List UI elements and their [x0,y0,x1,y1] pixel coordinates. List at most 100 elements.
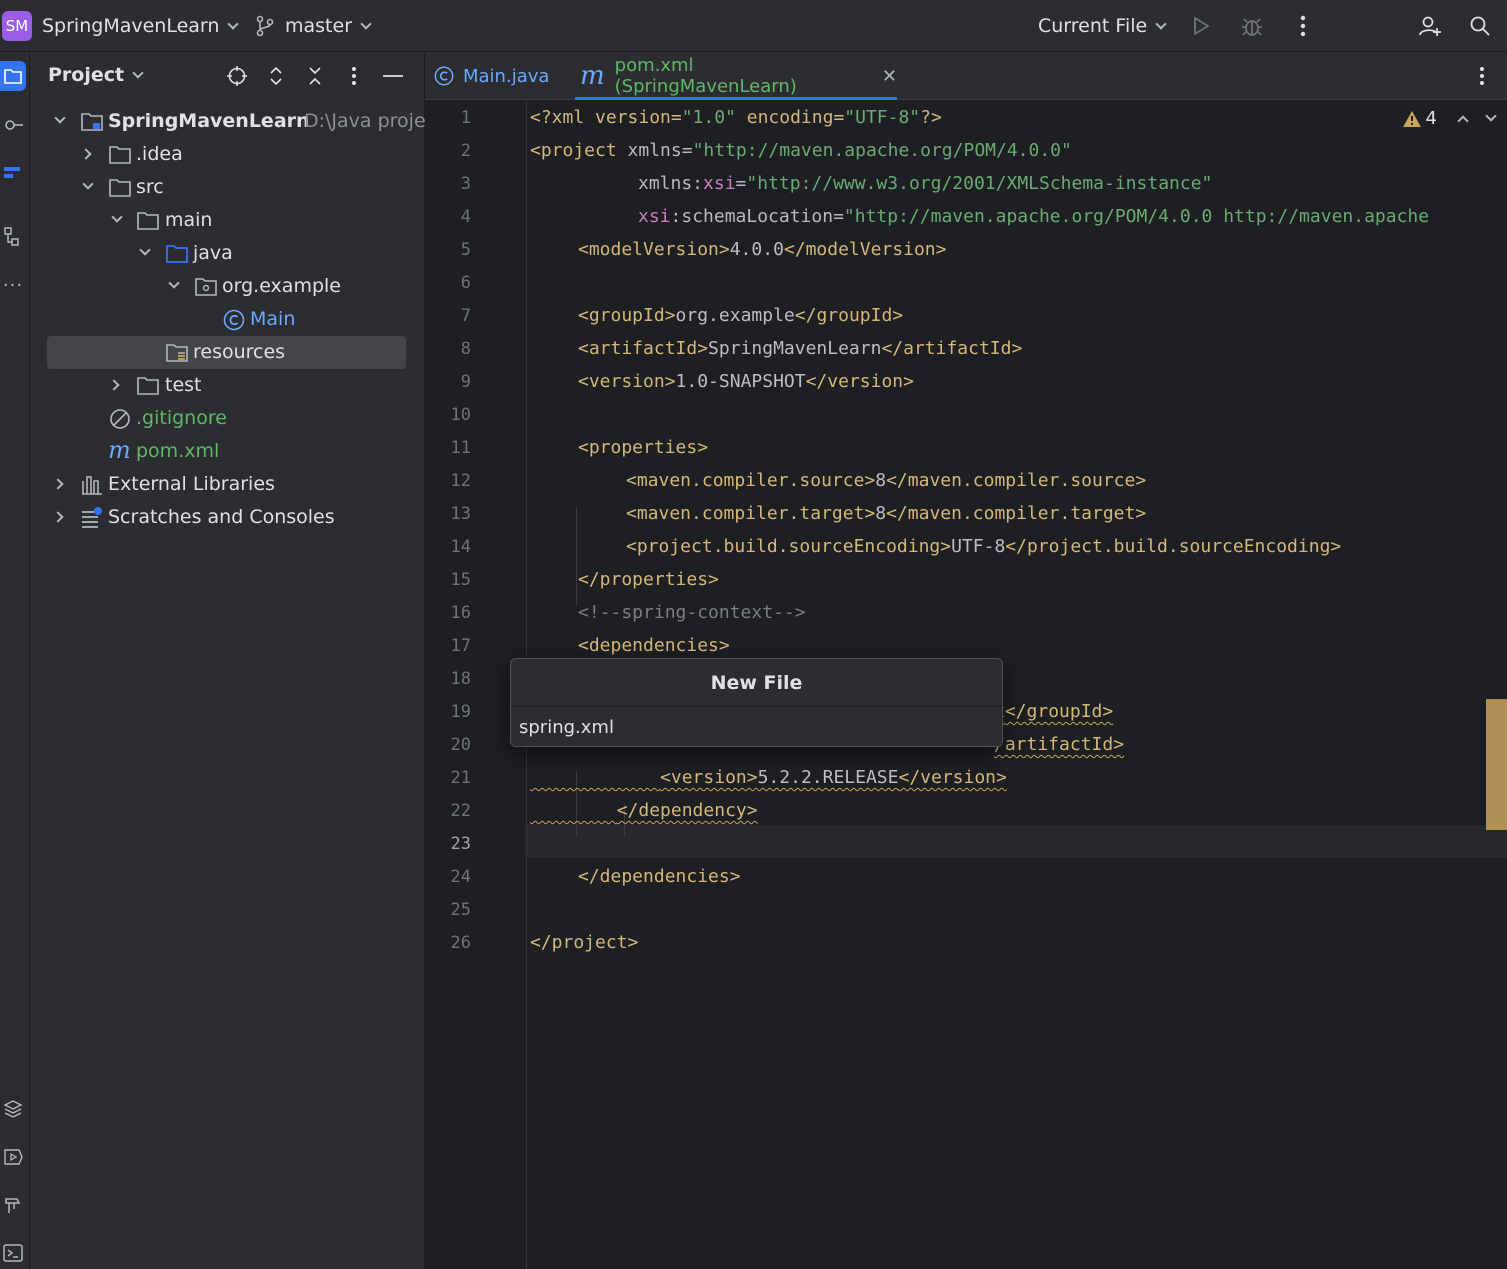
expand-all-icon [270,66,282,86]
line-number[interactable]: 13 [431,504,471,524]
line-number[interactable]: 1 [431,108,471,128]
error-stripe-marker[interactable] [1486,699,1507,830]
collapse-all-button[interactable] [301,62,329,90]
hide-panel-button[interactable] [379,62,407,90]
chevron-down-icon[interactable] [139,244,151,256]
code-line: </project> [530,932,639,953]
select-opened-file-button[interactable] [223,62,251,90]
line-number[interactable]: 2 [431,141,471,161]
tree-item-label: .gitignore [136,407,227,429]
close-icon[interactable]: ✕ [882,66,897,87]
chevron-right-icon[interactable] [108,379,120,391]
folder-icon [109,146,131,164]
expand-all-button[interactable] [262,62,290,90]
line-number[interactable]: 26 [431,933,471,953]
tree-item-scratches[interactable]: Scratches and Consoles [30,501,425,534]
chevron-down-icon[interactable] [1485,109,1497,122]
structure-tool-button[interactable] [0,158,26,188]
line-number[interactable]: 19 [431,702,471,722]
tab-pom-xml[interactable]: m pom.xml (SpringMavenLearn) ✕ [575,52,897,100]
more-tools-button[interactable]: ··· [0,270,26,300]
project-badge[interactable]: SM [2,11,32,41]
line-number[interactable]: 7 [431,306,471,326]
tree-item-resources[interactable]: resources [30,336,425,369]
line-number[interactable]: 11 [431,438,471,458]
current-line-highlight [425,825,1507,858]
layers-tool-button[interactable] [0,1094,26,1124]
project-panel-header: Project [30,52,425,100]
chevron-down-icon[interactable] [82,178,94,190]
project-selector[interactable]: SpringMavenLearn [42,0,240,52]
line-number[interactable]: 20 [431,735,471,755]
tree-item-external-libraries[interactable]: External Libraries [30,468,425,501]
line-number[interactable]: 14 [431,537,471,557]
line-number[interactable]: 21 [431,768,471,788]
tree-item-main-class[interactable]: Main [30,303,425,336]
more-vertical-icon [1300,15,1306,37]
folder-icon [137,212,159,230]
inspection-widget[interactable]: 4 [1402,108,1497,129]
line-number[interactable]: 6 [431,273,471,293]
line-number[interactable]: 15 [431,570,471,590]
tree-item-project-root[interactable]: SpringMavenLearn D:\Java proje [30,105,426,138]
tree-item-gitignore[interactable]: .gitignore [30,402,425,435]
line-number[interactable]: 23 [431,834,471,854]
chevron-right-icon[interactable] [80,148,92,160]
chevron-right-icon[interactable] [52,511,64,523]
run-button[interactable] [1185,10,1217,42]
folder-icon [109,179,131,197]
run-config-selector[interactable]: Current File [1038,0,1167,52]
chevron-down-icon [227,17,240,30]
run-config-label: Current File [1038,15,1148,37]
tree-item-test[interactable]: test [30,369,425,402]
tree-item-main[interactable]: main [30,204,425,237]
project-view-selector[interactable]: Project [48,64,144,86]
line-number[interactable]: 9 [431,372,471,392]
panel-options-button[interactable] [340,62,368,90]
line-number[interactable]: 22 [431,801,471,821]
debug-button[interactable] [1236,10,1268,42]
library-icon [82,476,102,495]
line-number[interactable]: 3 [431,174,471,194]
tree-item-src[interactable]: src [30,171,425,204]
code-line: xsi:schemaLocation="http://maven.apache.… [638,206,1430,227]
line-number[interactable]: 8 [431,339,471,359]
branch-selector[interactable]: master [255,0,372,52]
line-number[interactable]: 10 [431,405,471,425]
commit-tool-button[interactable] [0,110,26,140]
code-with-me-button[interactable] [1414,10,1446,42]
line-number[interactable]: 25 [431,900,471,920]
hierarchy-tool-button[interactable] [0,222,26,252]
tool-window-strip: ··· [0,52,30,1269]
run-tool-button[interactable] [0,1142,26,1172]
line-number[interactable]: 16 [431,603,471,623]
tree-item-label: Main [250,308,296,330]
title-bar: SM SpringMavenLearn master Current File [0,0,1507,52]
bug-icon [1242,18,1262,36]
file-name-input[interactable] [511,708,1002,746]
line-number[interactable]: 12 [431,471,471,491]
chevron-up-icon[interactable] [1457,114,1469,127]
terminal-tool-button[interactable] [0,1238,26,1268]
line-number[interactable]: 4 [431,207,471,227]
chevron-down-icon[interactable] [54,112,66,124]
chevron-down-icon[interactable] [168,277,180,289]
line-number[interactable]: 17 [431,636,471,656]
tree-item-idea[interactable]: .idea [30,138,425,171]
maven-icon: m [580,61,605,91]
search-everywhere-button[interactable] [1464,10,1496,42]
services-tool-button[interactable] [0,1190,26,1220]
maven-icon: m [108,436,131,464]
tree-item-java[interactable]: java [30,237,425,270]
chevron-down-icon[interactable] [111,211,123,223]
tree-item-pom-xml[interactable]: m pom.xml [30,435,425,468]
tab-options-button[interactable] [1479,66,1485,91]
line-number[interactable]: 24 [431,867,471,887]
line-number[interactable]: 18 [431,669,471,689]
line-number[interactable]: 5 [431,240,471,260]
tree-item-org-example[interactable]: org.example [30,270,425,303]
tab-main-java[interactable]: Main.java [433,52,563,100]
chevron-right-icon[interactable] [52,478,64,490]
more-actions-button[interactable] [1287,10,1319,42]
project-tool-button[interactable] [0,61,26,91]
